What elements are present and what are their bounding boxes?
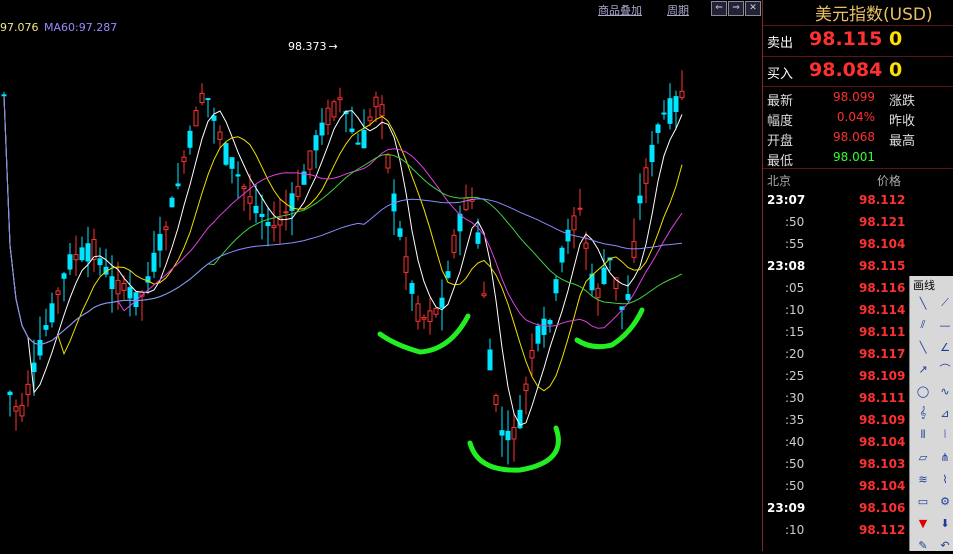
- tick-price: 98.104: [859, 237, 906, 251]
- stat-label-secondary: 涨跌: [889, 94, 916, 109]
- tick-price: 98.112: [859, 193, 906, 207]
- ellipse-icon[interactable]: ◯: [914, 382, 932, 400]
- tick-time: :50: [785, 479, 805, 493]
- stat-label-secondary: 昨收: [889, 114, 916, 129]
- undo-icon[interactable]: ↶: [936, 536, 953, 554]
- arrow-line-icon[interactable]: ↗: [914, 360, 932, 378]
- tick-price: 98.117: [859, 347, 906, 361]
- down-arrow-mark-icon[interactable]: ⬇: [936, 514, 953, 532]
- buy-label: 买入: [767, 67, 794, 82]
- tick-price: 98.112: [859, 523, 906, 537]
- gear-icon[interactable]: ⚙: [936, 492, 953, 510]
- stat-label: 最新: [767, 94, 794, 109]
- tick-price: 98.111: [859, 325, 906, 339]
- sell-label: 卖出: [767, 36, 794, 51]
- buy-volume: 0: [889, 59, 903, 81]
- tick-time: :55: [785, 237, 805, 251]
- tick-time: :10: [785, 303, 805, 317]
- fib-fan-icon[interactable]: ⊿: [936, 404, 953, 422]
- cycle-lines-icon[interactable]: ⦚: [936, 426, 953, 444]
- stat-label: 最低: [767, 154, 794, 169]
- tick-time: :10: [785, 523, 805, 537]
- tick-price: 98.109: [859, 369, 906, 383]
- hand-drawn-annotations: [377, 307, 645, 473]
- parallel-lines-icon[interactable]: ⫽: [914, 316, 932, 334]
- stat-value: 98.001: [833, 150, 875, 164]
- tick-time: 23:09: [767, 501, 806, 515]
- line-segment-icon[interactable]: ╲: [914, 294, 932, 312]
- drawing-tools-panel: 画线 ╲ ⟋ ⫽ — ╲ ∠ ↗ ⌒ ◯ ∿ 𝄞 ⊿ ⦀ ⦚ ▱ ⋔ ≋ ⌇ ▭ ⚙ ▼ ⬇ ✎ ↶: [909, 276, 953, 554]
- period-link[interactable]: 周期: [667, 2, 689, 18]
- tick-price: 98.115: [859, 259, 906, 273]
- tick-price: 98.104: [859, 479, 906, 493]
- pitchfork-icon[interactable]: ⋔: [936, 448, 953, 466]
- channel-icon[interactable]: ▱: [914, 448, 932, 466]
- tick-price: 98.121: [859, 215, 906, 229]
- tick-time: :05: [785, 281, 805, 295]
- tick-time: 23:08: [767, 259, 806, 273]
- overlay-link[interactable]: 商品叠加: [598, 2, 642, 18]
- up-arrow-mark-icon[interactable]: ▼: [914, 514, 932, 532]
- tick-time: :15: [785, 325, 805, 339]
- buy-price: 98.084: [809, 59, 883, 81]
- ticks-price-header: 价格: [877, 174, 902, 188]
- tick-price: 98.116: [859, 281, 906, 295]
- instrument-title: 美元指数(USD): [815, 5, 933, 25]
- arc-icon[interactable]: ⌒: [936, 360, 953, 378]
- trend-line-icon[interactable]: ╲: [914, 338, 932, 356]
- high-price-marker: 98.373 →: [288, 40, 338, 53]
- divider: [763, 168, 953, 169]
- tick-time: :30: [785, 391, 805, 405]
- angle-line-icon[interactable]: ∠: [936, 338, 953, 356]
- tick-price: 98.103: [859, 457, 906, 471]
- tick-price: 98.106: [859, 501, 906, 515]
- ma60-label: MA60:97.287: [44, 21, 118, 34]
- ma-value-label: 97.076: [0, 21, 39, 34]
- tick-time: :20: [785, 347, 805, 361]
- gann-line-icon[interactable]: ⦀: [914, 426, 932, 444]
- tick-time: 23:07: [767, 193, 806, 207]
- arrow-right-icon[interactable]: ⇒: [728, 1, 744, 16]
- stat-value: 98.068: [833, 130, 875, 144]
- tick-price: 98.109: [859, 413, 906, 427]
- rainbow-icon[interactable]: ⌇: [936, 470, 953, 488]
- tick-time: :35: [785, 413, 805, 427]
- speed-lines-icon[interactable]: ≋: [914, 470, 932, 488]
- tick-time: :40: [785, 435, 805, 449]
- stat-label-secondary: 最高: [889, 134, 916, 149]
- arrow-right-icon: →: [328, 40, 338, 53]
- tick-price: 98.111: [859, 391, 906, 405]
- ray-icon[interactable]: ⟋: [936, 294, 953, 312]
- tick-time: :50: [785, 215, 805, 229]
- pencil-icon[interactable]: ✎: [914, 536, 932, 554]
- fibonacci-icon[interactable]: 𝄞: [914, 404, 932, 422]
- horizontal-line-icon[interactable]: —: [936, 316, 953, 334]
- sell-price: 98.115: [809, 28, 883, 50]
- candlestick-chart[interactable]: 97.076 MA60:97.287 98.373 → 商品叠加 周期 ⇐ ⇒ …: [0, 0, 762, 551]
- stat-label: 开盘: [767, 134, 794, 149]
- divider: [763, 56, 953, 57]
- divider: [763, 25, 953, 26]
- stat-value: 98.099: [833, 90, 875, 104]
- wave-icon[interactable]: ∿: [936, 382, 953, 400]
- sell-volume: 0: [889, 28, 903, 50]
- ticks-time-header: 北京: [767, 174, 792, 188]
- high-price-label: 98.373: [288, 40, 327, 53]
- divider: [763, 86, 953, 87]
- drawing-panel-title: 画线: [913, 279, 935, 292]
- tick-price: 98.104: [859, 435, 906, 449]
- head-arc: [467, 425, 561, 473]
- stat-label: 幅度: [767, 114, 794, 129]
- tick-time: :50: [785, 457, 805, 471]
- tick-price: 98.114: [859, 303, 906, 317]
- arrow-left-icon[interactable]: ⇐: [711, 1, 727, 16]
- tick-time: :25: [785, 369, 805, 383]
- ruler-icon[interactable]: ▭: [914, 492, 932, 510]
- left-shoulder-arc: [377, 313, 471, 355]
- stat-value: 0.04%: [836, 110, 875, 124]
- right-shoulder-arc: [574, 307, 645, 350]
- close-icon[interactable]: ✕: [745, 1, 761, 16]
